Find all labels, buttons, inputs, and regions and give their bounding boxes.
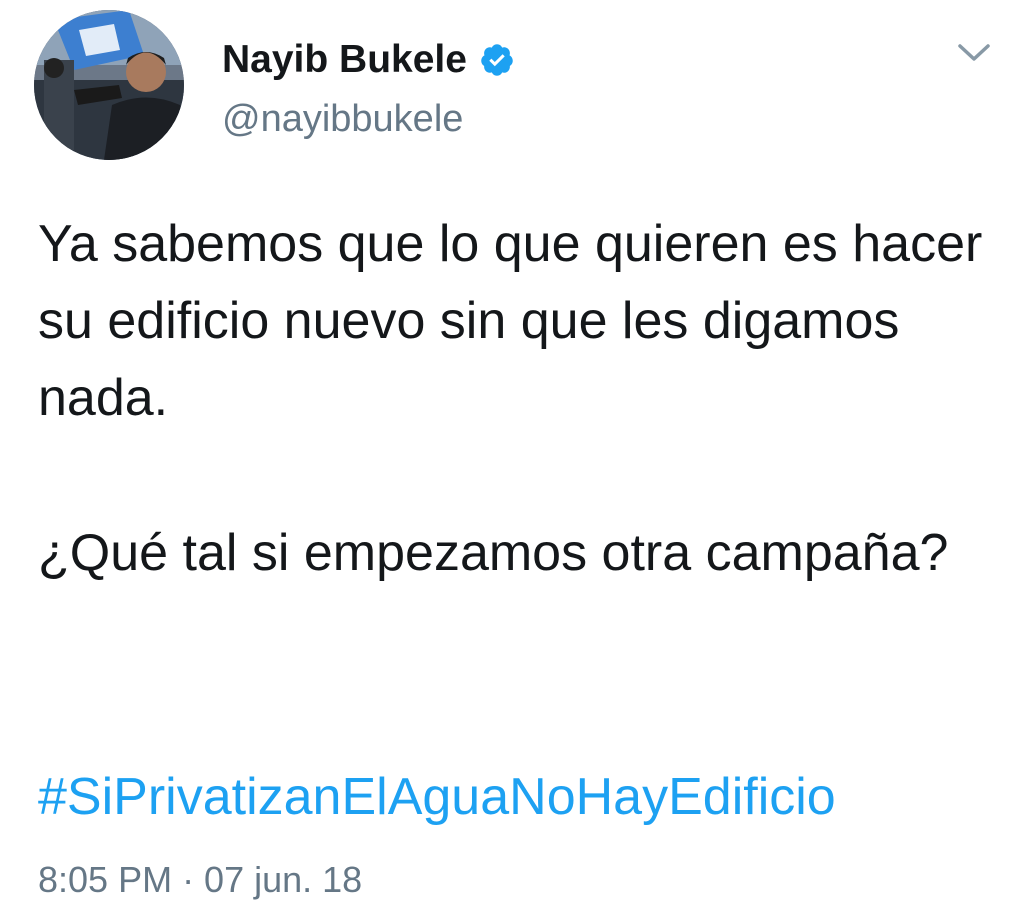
author-display-name[interactable]: Nayib Bukele [222,36,467,84]
tweet-text: Ya sabemos que lo que quieren es hacer s… [38,206,1013,592]
hashtag-link[interactable]: #SiPrivatizanElAguaNoHayEdificio [38,760,836,834]
author-name-row[interactable]: Nayib Bukele [222,36,515,84]
avatar-photo [34,10,184,160]
tweet-paragraph: Ya sabemos que lo que quieren es hacer s… [38,215,983,427]
verified-badge-icon [479,42,515,78]
chevron-down-icon[interactable] [952,38,996,68]
tweet-paragraph: ¿Qué tal si empezamos otra campaña? [38,524,949,582]
author-handle[interactable]: @nayibbukele [222,96,463,142]
tweet-timestamp[interactable]: 8:05 PM · 07 jun. 18 [38,858,362,902]
avatar[interactable] [34,10,184,160]
